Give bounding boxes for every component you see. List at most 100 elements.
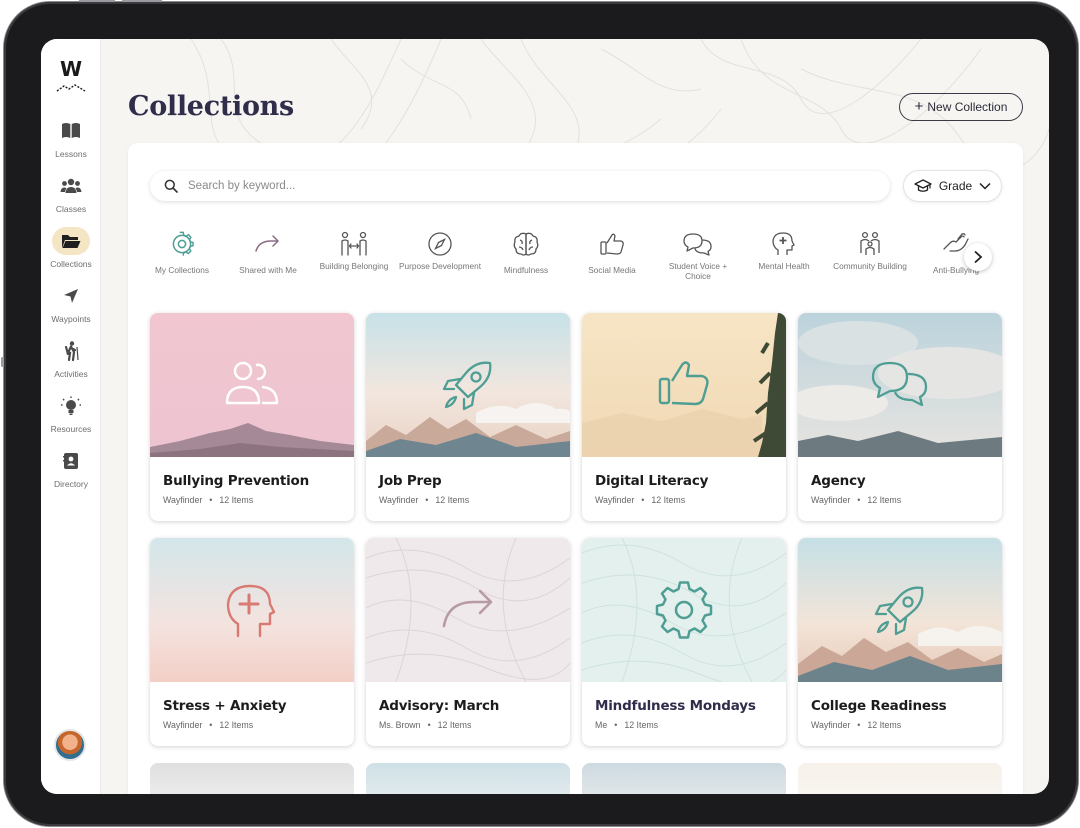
card-item-count: 12 Items (867, 495, 902, 505)
card-title: Digital Literacy (595, 473, 709, 489)
tablet-frame: W Lessons Classes Collections Waypoints … (1, 0, 1078, 826)
people-icon (225, 361, 279, 405)
collection-card-advisory-march[interactable]: Advisory: March Ms. Brown • 12 Items (366, 538, 570, 746)
thumbs-up-icon (600, 233, 624, 255)
user-avatar[interactable] (54, 729, 86, 761)
sidebar-item-activities[interactable]: Activities (41, 337, 101, 389)
category-carousel: My Collections Shared with Me Building B… (140, 231, 998, 287)
sidebar-item-label: Directory (53, 479, 88, 489)
card-title: College Readiness (811, 698, 947, 714)
card-image (150, 538, 354, 682)
card-image (582, 538, 786, 682)
collection-card-bullying-prevention[interactable]: Bullying Prevention Wayfinder • 12 Items (150, 313, 354, 521)
collection-card-stress-anxiety[interactable]: Stress + Anxiety Wayfinder • 12 Items (150, 538, 354, 746)
new-collection-label: New Collection (927, 100, 1008, 114)
share-arrow-icon (255, 235, 279, 252)
category-shared-with-me[interactable]: Shared with Me (226, 231, 310, 287)
category-next-button[interactable] (964, 243, 992, 271)
collection-card-mindfulness-mondays[interactable]: Mindfulness Mondays Me • 12 Items (582, 538, 786, 746)
search-bar (150, 171, 890, 201)
wayfinder-logo[interactable]: W (55, 57, 87, 92)
gear-icon (655, 581, 713, 639)
category-label: Community Building (833, 261, 907, 271)
sidebar-item-label: Classes (55, 204, 87, 214)
rocket-icon (874, 586, 924, 636)
device-top-button (122, 0, 162, 2)
sidebar-item-lessons[interactable]: Lessons (41, 117, 101, 169)
category-purpose-development[interactable]: Purpose Development (398, 231, 482, 287)
folder-icon (62, 235, 81, 248)
brain-icon (513, 232, 539, 256)
category-my-collections[interactable]: My Collections (140, 231, 224, 287)
graduation-cap-icon (914, 179, 932, 192)
card-meta: Wayfinder • 12 Items (379, 495, 470, 505)
collections-panel: Grade My Collections (128, 143, 1023, 794)
category-label: Student Voice + Choice (668, 261, 728, 281)
category-label: Shared with Me (239, 265, 297, 275)
sidebar-item-label: Lessons (55, 149, 87, 159)
chat-bubbles-icon (871, 361, 928, 407)
sidebar-item-label: Collections (50, 259, 92, 269)
card-item-count: 12 Items (219, 720, 254, 730)
card-author: Wayfinder (163, 720, 203, 730)
collection-card-partial[interactable] (798, 763, 1002, 794)
category-community-building[interactable]: Community Building (828, 231, 912, 287)
card-item-count: 12 Items (435, 495, 470, 505)
plus-icon: + (914, 98, 924, 115)
category-student-voice-choice[interactable]: Student Voice + Choice (656, 231, 740, 287)
category-label: Social Media (588, 265, 636, 275)
logo-text: W (59, 57, 83, 81)
category-social-media[interactable]: Social Media (570, 231, 654, 287)
collection-card-partial[interactable] (150, 763, 354, 794)
card-title: Advisory: March (379, 698, 500, 714)
card-item-count: 12 Items (867, 720, 902, 730)
collection-card-job-prep[interactable]: Job Prep Wayfinder • 12 Items (366, 313, 570, 521)
card-title: Mindfulness Mondays (595, 698, 756, 714)
sidebar: W Lessons Classes Collections Waypoints … (41, 39, 101, 794)
collection-card-college-readiness[interactable]: College Readiness Wayfinder • 12 Items (798, 538, 1002, 746)
sidebar-item-resources[interactable]: Resources (41, 392, 101, 444)
card-title: Agency (811, 473, 866, 489)
card-image (366, 538, 570, 682)
book-icon (62, 123, 80, 138)
device-side-button (1, 357, 4, 367)
card-item-count: 12 Items (651, 495, 686, 505)
share-arrow-icon (442, 589, 493, 628)
card-author: Wayfinder (811, 495, 851, 505)
chevron-down-icon (979, 182, 991, 190)
card-image (798, 313, 1002, 457)
card-item-count: 12 Items (219, 495, 254, 505)
app-screen: W Lessons Classes Collections Waypoints … (41, 39, 1049, 794)
category-mindfulness[interactable]: Mindfulness (484, 231, 568, 287)
card-title: Stress + Anxiety (163, 698, 287, 714)
category-label: My Collections (155, 265, 209, 275)
card-meta: Wayfinder • 12 Items (811, 720, 902, 730)
category-mental-health[interactable]: Mental Health (742, 231, 826, 287)
contact-card-icon (63, 453, 78, 469)
collection-card-partial[interactable] (366, 763, 570, 794)
card-author: Wayfinder (163, 495, 203, 505)
new-collection-button[interactable]: + New Collection (899, 93, 1023, 121)
collection-card-agency[interactable]: Agency Wayfinder • 12 Items (798, 313, 1002, 521)
sidebar-item-label: Resources (50, 424, 92, 434)
sidebar-item-waypoints[interactable]: Waypoints (41, 282, 101, 334)
collection-card-partial[interactable] (582, 763, 786, 794)
mountain-logo-icon (56, 84, 86, 92)
card-image (798, 538, 1002, 682)
card-item-count: 12 Items (624, 720, 659, 730)
card-image (582, 313, 786, 457)
sidebar-item-directory[interactable]: Directory (41, 447, 101, 499)
category-building-belonging[interactable]: Building Belonging (312, 231, 396, 287)
sidebar-item-collections[interactable]: Collections (41, 227, 101, 279)
head-cross-icon (226, 584, 276, 638)
category-label: Mental Health (758, 261, 810, 271)
card-author: Wayfinder (595, 495, 635, 505)
card-title: Bullying Prevention (163, 473, 309, 489)
people-icon (60, 178, 82, 193)
search-input[interactable] (188, 180, 868, 192)
collection-card-digital-literacy[interactable]: Digital Literacy Wayfinder • 12 Items (582, 313, 786, 521)
gear-icon (172, 231, 194, 256)
sidebar-item-classes[interactable]: Classes (41, 172, 101, 224)
lightbulb-icon (61, 396, 81, 415)
grade-filter-dropdown[interactable]: Grade (903, 170, 1002, 202)
